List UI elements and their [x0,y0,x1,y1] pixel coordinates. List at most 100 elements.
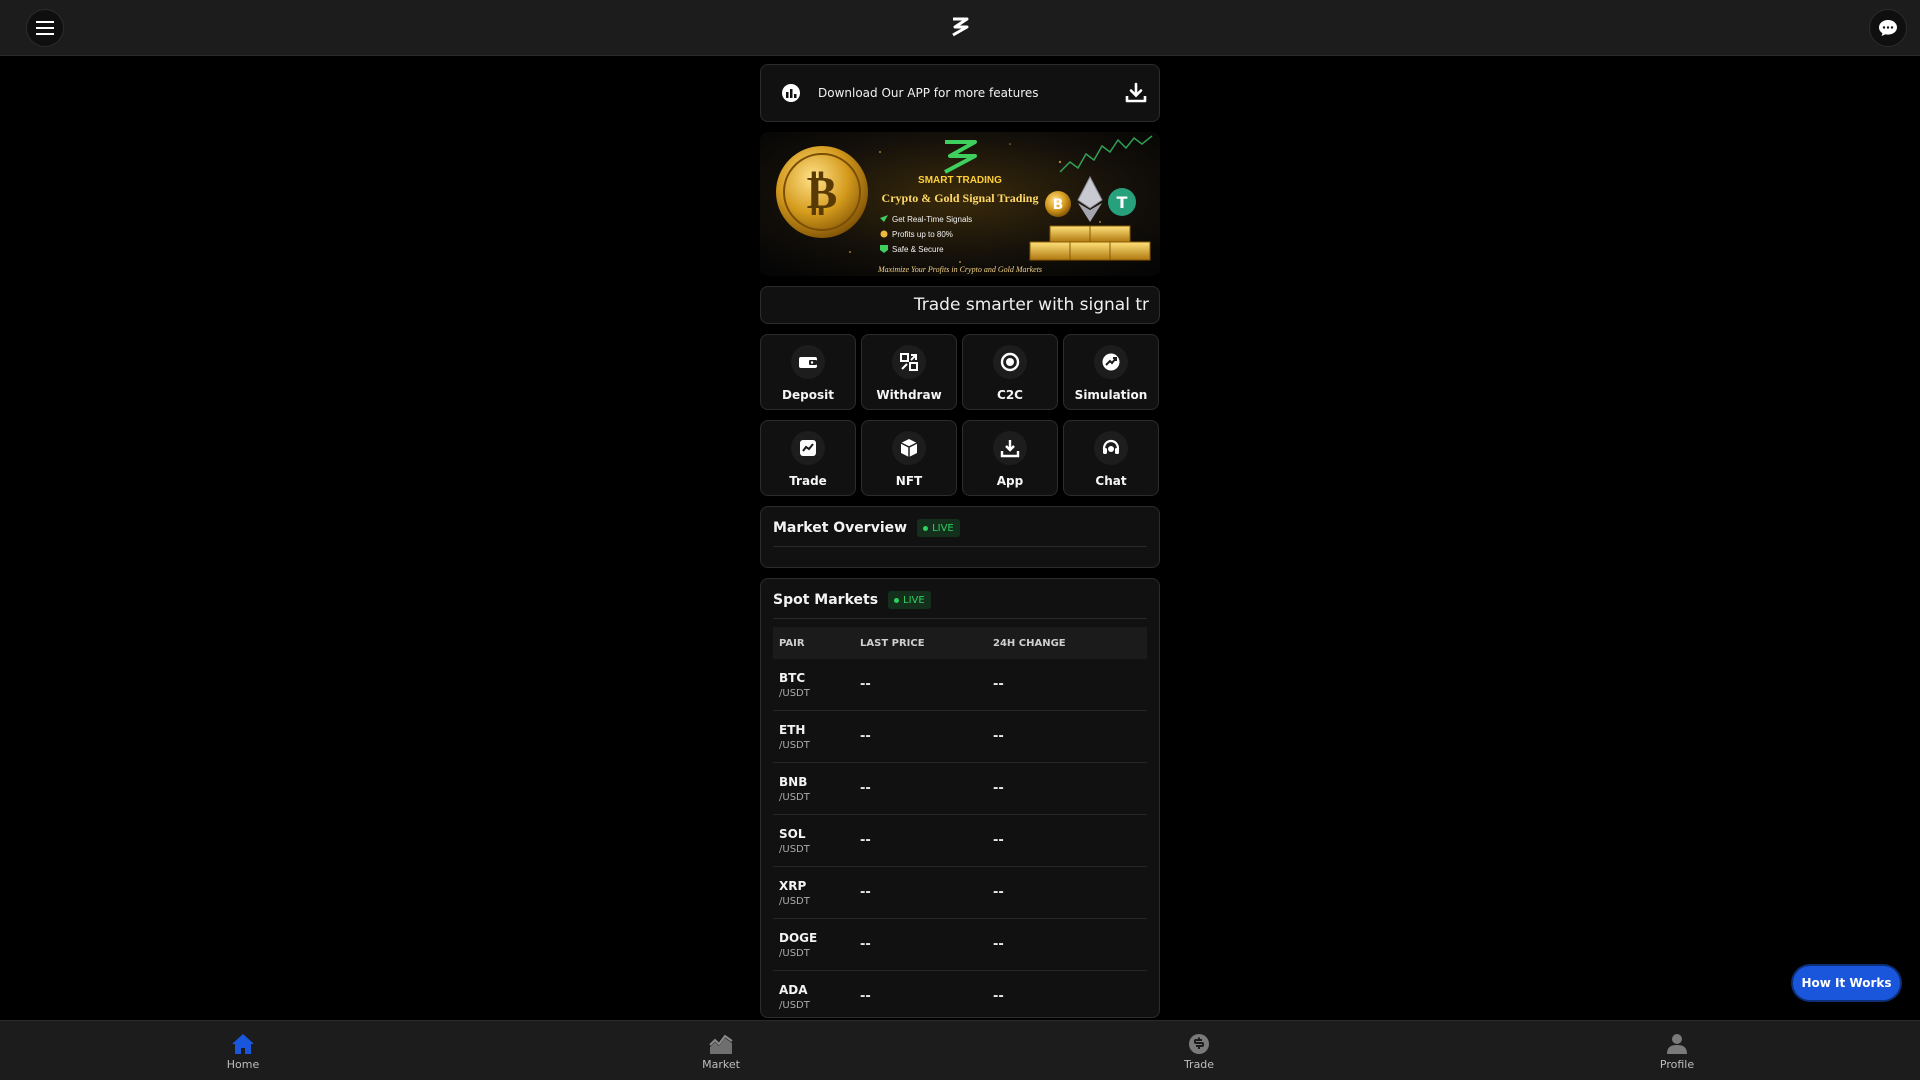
nft-label: NFT [895,474,923,488]
pair-base: DOGE [779,930,818,945]
live-badge: LIVE [917,519,960,537]
svg-text:₿: ₿ [807,165,838,219]
divider [773,546,1147,547]
table-row[interactable]: BNB/USDT -- -- [773,763,1147,815]
download-app-text: Download Our APP for more features [818,86,1039,100]
c2c-button[interactable]: C2C [962,334,1058,410]
simulation-label: Simulation [1074,388,1148,402]
banner-headline: Crypto & Gold Signal Trading [882,191,1039,205]
last-price: -- [860,729,871,744]
last-price: -- [860,989,871,1004]
banner-brand: SMART TRADING [918,175,1002,186]
column-header-24h-change: 24H CHANGE [993,637,1066,649]
quick-actions-grid: Deposit Withdraw C2C Simulation Trade NF… [760,334,1160,496]
column-header-pair: PAIR [779,637,805,649]
download-app-bar[interactable]: Download Our APP for more features [760,64,1160,122]
download-icon[interactable] [1125,82,1147,104]
chat-button[interactable] [1869,9,1907,47]
table-row[interactable]: DOGE/USDT -- -- [773,919,1147,971]
last-price: -- [860,937,871,952]
spot-markets-card: Spot Markets LIVE PAIR LAST PRICE 24H CH… [760,578,1160,1018]
trade-coin-icon [1189,1034,1209,1054]
live-badge-text: LIVE [903,594,925,606]
column-header-last-price: LAST PRICE [860,637,925,649]
divider [773,618,1147,619]
brand-logo[interactable] [947,13,973,39]
pair-base: BNB [779,774,808,789]
table-row[interactable]: SOL/USDT -- -- [773,815,1147,867]
nft-button[interactable]: NFT [861,420,957,496]
nav-profile[interactable]: Profile [1627,1033,1727,1071]
pair-quote: /USDT [779,999,810,1011]
hamburger-icon [36,21,54,35]
live-badge-text: LIVE [932,522,954,534]
nav-market-label: Market [702,1058,740,1071]
table-row[interactable]: XRP/USDT -- -- [773,867,1147,919]
cube-icon [892,431,926,465]
last-price: -- [860,885,871,900]
change-24h: -- [993,989,1004,1004]
app-button[interactable]: App [962,420,1058,496]
trade-label: Trade [789,474,827,488]
table-row[interactable]: BTC/USDT -- -- [773,659,1147,711]
c2c-icon [993,345,1027,379]
live-dot-icon [923,525,929,531]
trade-button[interactable]: Trade [760,420,856,496]
deposit-button[interactable]: Deposit [760,334,856,410]
withdraw-label: Withdraw [876,388,942,402]
download-icon [993,431,1027,465]
pair-quote: /USDT [779,687,810,699]
transfer-icon [892,345,926,379]
last-price: -- [860,781,871,796]
table-header: PAIR LAST PRICE 24H CHANGE [773,627,1147,659]
pair-quote: /USDT [779,791,810,803]
how-it-works-button[interactable]: How It Works [1793,966,1900,1000]
svg-text:B: B [1053,197,1064,213]
promo-banner-art: ₿ SMART TRADING Crypto & Gold Signal Tra… [760,132,1160,276]
pair-quote: /USDT [779,895,810,907]
bottom-nav: Home Market Trade Profile [0,1020,1920,1080]
pair-base: ADA [779,982,808,997]
last-price: -- [860,833,871,848]
market-overview-card: Market Overview LIVE [760,506,1160,568]
live-badge: LIVE [888,591,931,609]
profile-icon [1667,1034,1687,1054]
pair-base: ETH [779,722,806,737]
banner-bullet-2: Profits up to 80% [892,230,953,239]
change-24h: -- [993,885,1004,900]
pair-quote: /USDT [779,739,810,751]
pair-base: SOL [779,826,806,841]
nav-market[interactable]: Market [671,1033,771,1071]
table-row[interactable]: ETH/USDT -- -- [773,711,1147,763]
chat-tile-button[interactable]: Chat [1063,420,1159,496]
pair-quote: /USDT [779,843,810,855]
live-dot-icon [894,597,900,603]
change-24h: -- [993,677,1004,692]
nav-profile-label: Profile [1659,1058,1695,1071]
table-row[interactable]: ADA/USDT -- -- [773,971,1147,1017]
spot-markets-title: Spot Markets [773,592,879,608]
banner-tagline: Maximize Your Profits in Crypto and Gold… [877,265,1042,274]
announcement-ticker: Trade smarter with signal tr [760,286,1160,324]
home-icon [232,1034,254,1054]
change-24h: -- [993,937,1004,952]
top-bar [0,0,1920,56]
wallet-icon [791,345,825,379]
change-24h: -- [993,781,1004,796]
banner-bullet-1: Get Real-Time Signals [892,215,972,224]
change-24h: -- [993,729,1004,744]
svg-text:T: T [1117,193,1128,212]
nav-home-label: Home [226,1058,260,1071]
main-column: Download Our APP for more features ₿ SMA… [760,64,1160,1018]
nav-trade-label: Trade [1183,1058,1215,1071]
pair-quote: /USDT [779,947,810,959]
chat-bubble-icon [1879,20,1897,36]
simulation-button[interactable]: Simulation [1063,334,1159,410]
nav-trade[interactable]: Trade [1149,1033,1249,1071]
menu-button[interactable] [26,9,64,47]
withdraw-button[interactable]: Withdraw [861,334,957,410]
promo-banner[interactable]: ₿ SMART TRADING Crypto & Gold Signal Tra… [760,132,1160,276]
market-overview-title: Market Overview [773,520,908,536]
nav-home[interactable]: Home [193,1033,293,1071]
last-price: -- [860,677,871,692]
